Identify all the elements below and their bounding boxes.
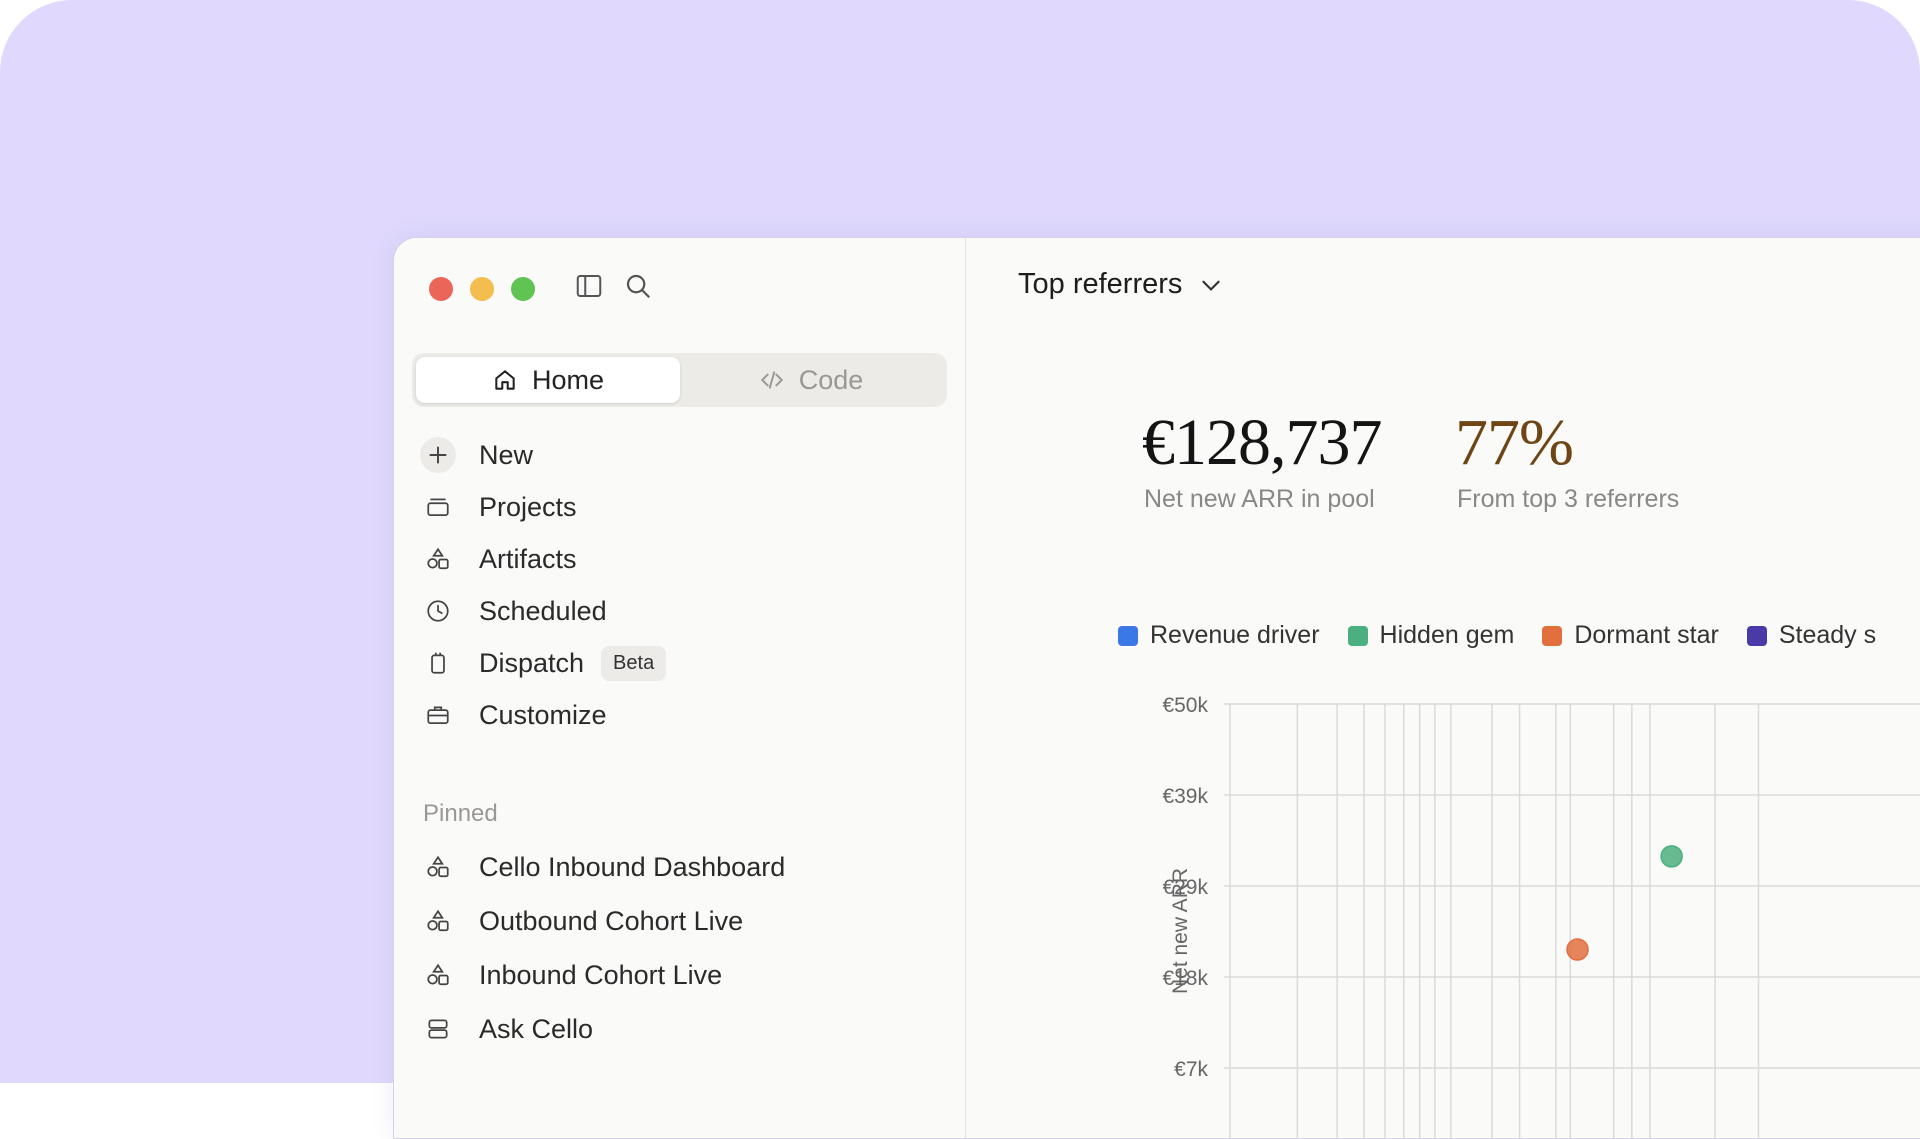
shapes-icon bbox=[420, 957, 456, 993]
beta-badge: Beta bbox=[601, 645, 667, 681]
sidebar-item-customize[interactable]: Customize bbox=[420, 693, 920, 737]
folder-icon bbox=[420, 489, 456, 525]
pinned-item-label: Cello Inbound Dashboard bbox=[479, 851, 786, 882]
sidebar-item-label: Scheduled bbox=[479, 595, 607, 626]
data-point bbox=[1660, 845, 1683, 868]
code-icon bbox=[760, 371, 783, 389]
sidebar-item-label: New bbox=[479, 439, 534, 470]
shapes-icon bbox=[420, 903, 456, 939]
sidebar-item-scheduled[interactable]: Scheduled bbox=[420, 589, 920, 633]
mode-switcher: Home Code bbox=[412, 353, 947, 407]
referrers-scatter-chart: €50k€39k€29k€18k€7kNet new ARR bbox=[1162, 694, 1920, 1138]
tab-code[interactable]: Code bbox=[679, 357, 943, 403]
pinned-item-outbound-cohort-live[interactable]: Outbound Cohort Live bbox=[420, 899, 920, 943]
pinned-section-label: Pinned bbox=[423, 800, 498, 827]
y-tick-label: €50k bbox=[1162, 694, 1208, 717]
plus-icon bbox=[420, 437, 456, 473]
minimize-window-button[interactable] bbox=[470, 277, 494, 301]
clock-icon bbox=[420, 593, 456, 629]
sidebar-item-projects[interactable]: Projects bbox=[420, 485, 920, 529]
home-icon bbox=[495, 370, 515, 390]
pinned-item-label: Inbound Cohort Live bbox=[479, 959, 723, 990]
app-window: Home Code New Projects Artifacts Schedul… bbox=[393, 237, 1920, 1139]
main-panel: Top referrers €128,737 Net new ARR in po… bbox=[966, 238, 1920, 1138]
tab-code-label: Code bbox=[798, 364, 864, 395]
y-tick-label: €7k bbox=[1174, 1058, 1208, 1081]
sidebar-item-artifacts[interactable]: Artifacts bbox=[420, 537, 920, 581]
tab-home[interactable]: Home bbox=[416, 357, 680, 403]
y-tick-label: €39k bbox=[1162, 785, 1208, 808]
sidebar-item-label: Projects bbox=[479, 491, 577, 522]
device-icon bbox=[420, 645, 456, 681]
sidebar-item-label: Artifacts bbox=[479, 543, 577, 574]
data-point bbox=[1566, 938, 1589, 961]
sidebar-toggle-icon[interactable] bbox=[574, 271, 604, 301]
sidebar-item-dispatch[interactable]: Dispatch Beta bbox=[420, 641, 920, 685]
pinned-item-cello-inbound-dashboard[interactable]: Cello Inbound Dashboard bbox=[420, 845, 920, 889]
pinned-item-inbound-cohort-live[interactable]: Inbound Cohort Live bbox=[420, 953, 920, 997]
y-axis-label: Net new ARR bbox=[1169, 868, 1192, 994]
search-icon[interactable] bbox=[623, 271, 653, 301]
close-window-button[interactable] bbox=[429, 277, 453, 301]
sidebar-item-label: Customize bbox=[479, 699, 607, 730]
pinned-item-label: Ask Cello bbox=[479, 1013, 594, 1044]
sidebar-item-label: Dispatch bbox=[479, 647, 585, 678]
pinned-item-ask-cello[interactable]: Ask Cello bbox=[420, 1007, 920, 1051]
pinned-item-label: Outbound Cohort Live bbox=[479, 905, 744, 936]
shapes-icon bbox=[420, 849, 456, 885]
sidebar: Home Code New Projects Artifacts Schedul… bbox=[394, 238, 966, 1138]
zoom-window-button[interactable] bbox=[511, 277, 535, 301]
sidebar-item-new[interactable]: New bbox=[420, 433, 920, 477]
server-icon bbox=[420, 1011, 456, 1047]
tab-home-label: Home bbox=[531, 364, 605, 395]
briefcase-icon bbox=[420, 697, 456, 733]
shapes-icon bbox=[420, 541, 456, 577]
